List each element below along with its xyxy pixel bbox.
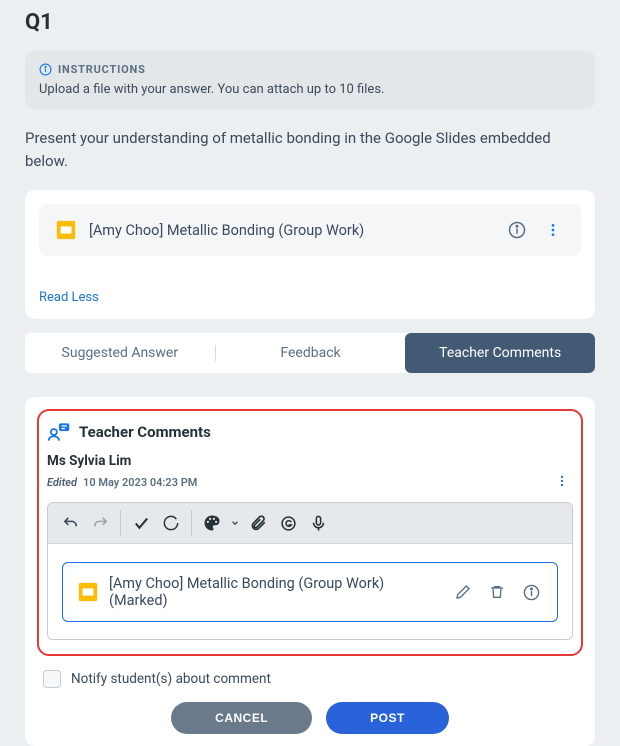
comment-editor: [Amy Choo] Metallic Bonding (Group Work)… [47, 502, 573, 640]
notify-label: Notify student(s) about comment [71, 671, 271, 687]
comments-icon [47, 421, 71, 443]
highlight-box: Teacher Comments Ms Sylvia Lim Edited 10… [37, 409, 583, 656]
timestamp: 10 May 2023 04:23 PM [83, 476, 197, 489]
more-icon[interactable] [541, 218, 565, 242]
comments-title: Teacher Comments [79, 423, 211, 441]
marked-file-row[interactable]: [Amy Choo] Metallic Bonding (Group Work)… [62, 562, 558, 622]
notify-checkbox[interactable] [43, 670, 61, 688]
tab-feedback[interactable]: Feedback [216, 333, 406, 373]
tab-suggested-answer[interactable]: Suggested Answer [25, 333, 215, 373]
trash-icon[interactable] [485, 580, 509, 604]
attachment-row[interactable]: [Amy Choo] Metallic Bonding (Group Work) [39, 204, 581, 256]
question-prompt: Present your understanding of metallic b… [25, 127, 595, 172]
undo-icon[interactable] [56, 509, 84, 537]
divider [120, 510, 121, 536]
editor-body[interactable]: [Amy Choo] Metallic Bonding (Group Work)… [48, 544, 572, 639]
divider [191, 510, 192, 536]
attach-icon[interactable] [244, 509, 272, 537]
more-icon[interactable] [551, 469, 573, 496]
instructions-label: INSTRUCTIONS [58, 63, 146, 76]
post-button[interactable]: POST [326, 702, 449, 734]
read-less-link[interactable]: Read Less [39, 290, 99, 305]
instructions-box: INSTRUCTIONS Upload a file with your ans… [25, 51, 595, 109]
check-icon[interactable] [127, 509, 155, 537]
edit-icon[interactable] [451, 580, 475, 604]
tab-teacher-comments[interactable]: Teacher Comments [405, 333, 595, 373]
redo-icon[interactable] [86, 509, 114, 537]
info-icon [39, 63, 52, 76]
google-slides-icon [55, 219, 77, 241]
teacher-name: Ms Sylvia Lim [47, 453, 573, 469]
button-row: CANCEL POST [37, 702, 583, 734]
notify-row: Notify student(s) about comment [37, 670, 583, 688]
google-slides-icon [77, 581, 99, 603]
instructions-text: Upload a file with your answer. You can … [39, 82, 581, 97]
attachment-name: [Amy Choo] Metallic Bonding (Group Work) [89, 222, 493, 239]
info-icon[interactable] [505, 218, 529, 242]
teacher-comments-panel: Teacher Comments Ms Sylvia Lim Edited 10… [25, 397, 595, 746]
cancel-button[interactable]: CANCEL [171, 702, 312, 734]
grammarly-icon[interactable] [274, 509, 302, 537]
editor-toolbar [48, 503, 572, 544]
clear-format-icon[interactable] [157, 509, 185, 537]
marked-file-name: [Amy Choo] Metallic Bonding (Group Work)… [109, 575, 441, 609]
tabs: Suggested Answer Feedback Teacher Commen… [25, 333, 595, 373]
question-number: Q1 [25, 10, 595, 35]
attachment-card: [Amy Choo] Metallic Bonding (Group Work)… [25, 190, 595, 319]
microphone-icon[interactable] [304, 509, 332, 537]
info-icon[interactable] [519, 580, 543, 604]
edited-label: Edited [47, 476, 77, 489]
palette-icon[interactable] [198, 509, 226, 537]
chevron-down-icon[interactable] [228, 509, 242, 537]
